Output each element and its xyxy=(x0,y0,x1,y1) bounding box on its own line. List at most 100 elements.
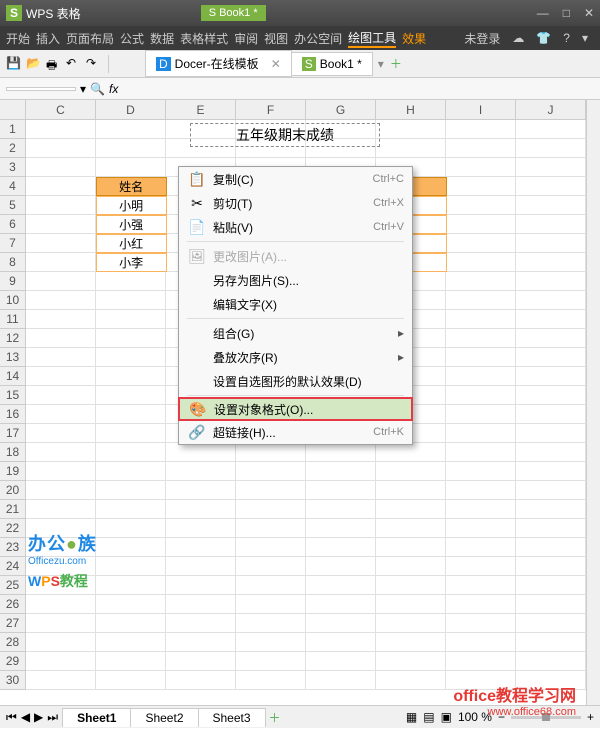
cell[interactable] xyxy=(376,462,446,481)
cell[interactable] xyxy=(516,538,586,557)
cell[interactable] xyxy=(516,367,586,386)
cell[interactable] xyxy=(96,424,166,443)
cell[interactable] xyxy=(236,443,306,462)
sheet-add-icon[interactable]: ＋ xyxy=(269,709,281,726)
cell[interactable] xyxy=(96,443,166,462)
cell[interactable] xyxy=(516,652,586,671)
sheet-tab-3[interactable]: Sheet3 xyxy=(198,708,266,727)
view-normal-icon[interactable]: ▦ xyxy=(406,710,417,724)
cell[interactable] xyxy=(96,120,166,139)
cell[interactable] xyxy=(446,614,516,633)
cell[interactable] xyxy=(236,633,306,652)
cell[interactable] xyxy=(446,481,516,500)
row-header[interactable]: 13 xyxy=(0,348,26,367)
row-header[interactable]: 11 xyxy=(0,310,26,329)
row-header[interactable]: 15 xyxy=(0,386,26,405)
help-icon[interactable]: ? xyxy=(563,31,570,45)
menu-group[interactable]: 组合(G) ▸ xyxy=(179,321,412,345)
col-header[interactable]: E xyxy=(166,100,236,119)
cell[interactable] xyxy=(516,310,586,329)
col-header[interactable]: I xyxy=(446,100,516,119)
cell[interactable] xyxy=(516,500,586,519)
redo-icon[interactable]: ↷ xyxy=(86,56,102,72)
cell[interactable] xyxy=(26,215,96,234)
cell[interactable] xyxy=(516,329,586,348)
cell[interactable] xyxy=(446,120,516,139)
vertical-scrollbar[interactable] xyxy=(586,100,600,705)
cell[interactable] xyxy=(96,595,166,614)
cell[interactable] xyxy=(516,158,586,177)
tab-dropdown-icon[interactable]: ▾ xyxy=(378,57,384,71)
cell[interactable] xyxy=(376,614,446,633)
cell[interactable] xyxy=(306,443,376,462)
cell[interactable] xyxy=(306,462,376,481)
cell[interactable] xyxy=(96,519,166,538)
textbox-title[interactable]: 五年级期末成绩 xyxy=(190,123,380,147)
row-header[interactable]: 29 xyxy=(0,652,26,671)
cell[interactable] xyxy=(516,348,586,367)
menu-copy[interactable]: 📋 复制(C) Ctrl+C xyxy=(179,167,412,191)
view-page-icon[interactable]: ▤ xyxy=(423,710,434,724)
cell[interactable] xyxy=(516,557,586,576)
cell[interactable]: 小李 xyxy=(96,253,167,272)
cell[interactable] xyxy=(516,291,586,310)
cloud-icon[interactable]: ☁ xyxy=(512,31,524,45)
cell[interactable] xyxy=(446,367,516,386)
tab-add-icon[interactable]: ＋ xyxy=(390,55,402,72)
cell[interactable] xyxy=(236,652,306,671)
row-header[interactable]: 17 xyxy=(0,424,26,443)
cell[interactable] xyxy=(446,291,516,310)
cell[interactable] xyxy=(446,405,516,424)
dropdown-icon[interactable]: ▾ xyxy=(582,31,588,45)
row-header[interactable]: 28 xyxy=(0,633,26,652)
col-header[interactable]: J xyxy=(516,100,586,119)
cell[interactable] xyxy=(446,462,516,481)
row-header[interactable]: 25 xyxy=(0,576,26,595)
cell[interactable] xyxy=(516,272,586,291)
cell[interactable]: 姓名 xyxy=(96,177,167,196)
col-header[interactable]: C xyxy=(26,100,96,119)
row-header[interactable]: 6 xyxy=(0,215,26,234)
cell[interactable] xyxy=(446,443,516,462)
cell[interactable] xyxy=(376,120,446,139)
cell[interactable] xyxy=(166,519,236,538)
cell[interactable] xyxy=(376,671,446,690)
menu-hyperlink[interactable]: 🔗 超链接(H)... Ctrl+K xyxy=(179,420,412,444)
cell[interactable] xyxy=(236,595,306,614)
cell[interactable] xyxy=(516,405,586,424)
cell[interactable] xyxy=(26,310,96,329)
fx-search-icon[interactable]: 🔍 xyxy=(90,82,105,96)
cell[interactable] xyxy=(96,652,166,671)
tab-close-icon[interactable]: ✕ xyxy=(271,57,281,71)
row-header[interactable]: 22 xyxy=(0,519,26,538)
sheet-nav-first-icon[interactable]: ⏮ xyxy=(6,710,17,725)
cell[interactable] xyxy=(376,652,446,671)
menu-order[interactable]: 叠放次序(R) ▸ xyxy=(179,345,412,369)
cell[interactable] xyxy=(236,557,306,576)
cell[interactable] xyxy=(306,500,376,519)
col-header[interactable]: F xyxy=(236,100,306,119)
cell[interactable] xyxy=(516,481,586,500)
cell[interactable]: 小明 xyxy=(96,196,167,215)
cell[interactable] xyxy=(516,386,586,405)
menu-edit-text[interactable]: 编辑文字(X) xyxy=(179,292,412,316)
row-header[interactable]: 21 xyxy=(0,500,26,519)
cell[interactable] xyxy=(516,196,586,215)
cell[interactable] xyxy=(236,519,306,538)
cell[interactable] xyxy=(96,614,166,633)
cell[interactable] xyxy=(446,595,516,614)
cell[interactable] xyxy=(26,595,96,614)
cell[interactable] xyxy=(376,139,446,158)
cell[interactable] xyxy=(26,386,96,405)
row-header[interactable]: 19 xyxy=(0,462,26,481)
cell[interactable]: 小红 xyxy=(96,234,167,253)
sheet-nav-last-icon[interactable]: ⏭ xyxy=(47,710,58,725)
shirt-icon[interactable]: 👕 xyxy=(536,31,551,45)
cell[interactable] xyxy=(26,652,96,671)
menu-view[interactable]: 视图 xyxy=(264,30,288,47)
cell[interactable] xyxy=(236,538,306,557)
cell[interactable] xyxy=(96,386,166,405)
cell[interactable] xyxy=(26,405,96,424)
cell[interactable] xyxy=(516,614,586,633)
cell[interactable] xyxy=(446,272,516,291)
